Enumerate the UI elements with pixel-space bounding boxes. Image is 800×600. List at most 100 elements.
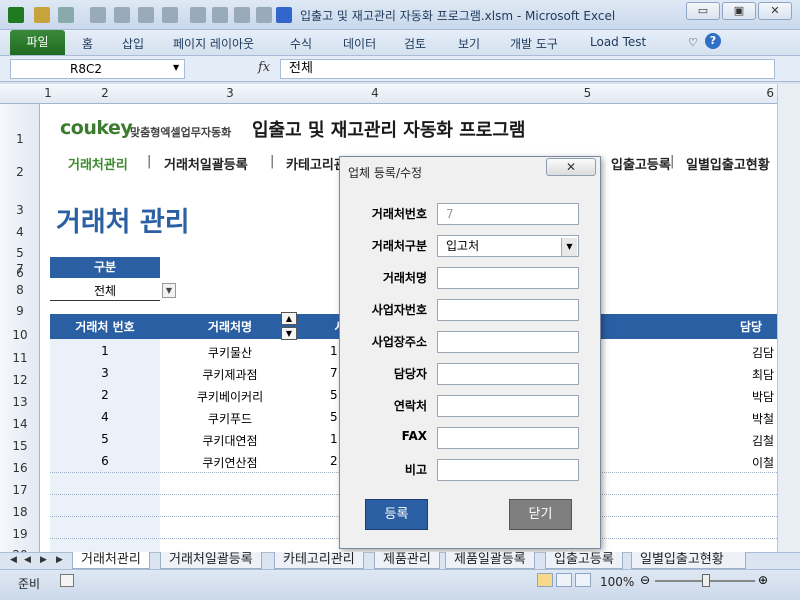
zoom-in-icon[interactable]: ⊕ xyxy=(758,573,768,587)
minimize-button[interactable]: ▭ xyxy=(686,2,720,20)
sheet-tab[interactable]: 거래처일괄등록 xyxy=(160,552,262,569)
table-cell-name[interactable]: 쿠키베이커리 xyxy=(160,388,300,405)
nav-inout-register[interactable]: 입출고등록 xyxy=(611,154,671,173)
table-cell-c6[interactable]: 김철 xyxy=(752,432,777,449)
dialog-field-input[interactable] xyxy=(437,299,579,321)
table-cell-name[interactable]: 쿠키푸드 xyxy=(160,410,300,427)
sort-up-icon[interactable]: ▲ xyxy=(281,312,297,325)
filter-dropdown-icon[interactable]: ▼ xyxy=(162,283,176,298)
nav-customer-bulk-register[interactable]: 거래처일괄등록 xyxy=(164,154,248,173)
zoom-out-icon[interactable]: ⊖ xyxy=(640,573,650,587)
sheet-tab[interactable]: 제품일괄등록 xyxy=(445,552,535,569)
customer-type-select[interactable]: 입고처 xyxy=(437,235,579,257)
sheet-tab[interactable]: 입출고등록 xyxy=(545,552,623,569)
sheet-tab[interactable]: 제품관리 xyxy=(374,552,440,569)
toolbar-icon[interactable] xyxy=(90,7,106,23)
dialog-close-icon[interactable]: ✕ xyxy=(546,158,596,176)
row-header[interactable]: 10 xyxy=(0,328,40,342)
table-cell-name[interactable]: 쿠키연산점 xyxy=(160,454,300,471)
table-cell-name[interactable]: 쿠키대연점 xyxy=(160,432,300,449)
table-cell-no[interactable]: 1 xyxy=(50,344,160,358)
tab-load-test[interactable]: Load Test xyxy=(590,35,646,49)
heart-icon[interactable]: ♡ xyxy=(688,36,698,49)
row-header[interactable]: 5 xyxy=(0,246,40,260)
row-header[interactable]: 13 xyxy=(0,395,40,409)
row-header[interactable]: 2 xyxy=(0,165,40,179)
normal-view-icon[interactable] xyxy=(537,573,553,587)
fx-icon[interactable]: fx xyxy=(258,60,270,75)
maximize-button[interactable]: ▣ xyxy=(722,2,756,20)
toolbar-icon[interactable] xyxy=(114,7,130,23)
page-layout-view-icon[interactable] xyxy=(556,573,572,587)
row-header[interactable]: 12 xyxy=(0,373,40,387)
row-header[interactable]: 14 xyxy=(0,417,40,431)
dialog-field-input[interactable] xyxy=(437,395,579,417)
tab-developer[interactable]: 개발 도구 xyxy=(510,35,558,52)
floppy-icon[interactable] xyxy=(276,7,292,23)
column-header[interactable]: 6 xyxy=(725,86,777,100)
row-header[interactable]: 1 xyxy=(0,132,40,146)
excel-icon[interactable] xyxy=(8,7,24,23)
tab-view[interactable]: 보기 xyxy=(458,35,480,52)
sheet-tab[interactable]: 카테고리관리 xyxy=(274,552,364,569)
tab-insert[interactable]: 삽입 xyxy=(122,35,144,52)
prev-sheet-icon[interactable]: ◀ xyxy=(24,555,31,565)
tab-data[interactable]: 데이터 xyxy=(343,35,376,52)
table-cell-no[interactable]: 6 xyxy=(50,454,160,468)
table-cell-no[interactable]: 3 xyxy=(50,366,160,380)
table-cell-c6[interactable]: 김담 xyxy=(752,344,777,361)
row-header[interactable]: 11 xyxy=(0,351,40,365)
table-cell-c6[interactable]: 최담 xyxy=(752,366,777,383)
zoom-slider-knob[interactable] xyxy=(702,574,710,587)
table-cell-name[interactable]: 쿠키물산 xyxy=(160,344,300,361)
vertical-scrollbar[interactable] xyxy=(777,84,800,552)
page-break-view-icon[interactable] xyxy=(575,573,591,587)
nav-daily-status[interactable]: 일별입출고현황 xyxy=(686,154,770,173)
sheet-tab[interactable]: 거래처관리 xyxy=(72,552,150,569)
chevron-down-icon[interactable]: ▼ xyxy=(173,63,179,72)
dialog-field-input[interactable] xyxy=(437,331,579,353)
tab-page-layout[interactable]: 페이지 레이아웃 xyxy=(173,35,254,52)
row-header[interactable]: 7 xyxy=(0,262,40,276)
chevron-down-icon[interactable]: ▼ xyxy=(561,238,577,256)
table-cell-no[interactable]: 4 xyxy=(50,410,160,424)
toolbar-icon[interactable] xyxy=(138,7,154,23)
filter-value[interactable]: 전체 xyxy=(50,281,160,301)
table-cell-c6[interactable]: 박담 xyxy=(752,388,777,405)
row-header[interactable]: 18 xyxy=(0,505,40,519)
dialog-field-input[interactable] xyxy=(437,267,579,289)
toolbar-icon[interactable] xyxy=(190,7,206,23)
row-header[interactable]: 8 xyxy=(0,283,40,297)
first-sheet-icon[interactable]: ◀ xyxy=(10,555,17,565)
help-icon[interactable]: ? xyxy=(705,33,721,49)
dialog-field-input[interactable] xyxy=(437,363,579,385)
row-header[interactable]: 19 xyxy=(0,527,40,541)
nav-customer-management[interactable]: 거래처관리 xyxy=(68,154,128,173)
dialog-field-input[interactable] xyxy=(437,459,579,481)
sort-down-icon[interactable]: ▼ xyxy=(281,327,297,340)
dialog-field-input[interactable] xyxy=(437,427,579,449)
next-sheet-icon[interactable]: ▶ xyxy=(40,555,47,565)
tab-review[interactable]: 검토 xyxy=(404,35,426,52)
save-icon[interactable] xyxy=(34,7,50,23)
column-header[interactable]: 4 xyxy=(300,86,450,100)
table-cell-c6[interactable]: 박철 xyxy=(752,410,777,427)
tab-home[interactable]: 홈 xyxy=(82,35,93,52)
row-header[interactable]: 16 xyxy=(0,461,40,475)
table-cell-name[interactable]: 쿠키제과점 xyxy=(160,366,300,383)
macro-record-icon[interactable] xyxy=(60,574,74,587)
toolbar-icon[interactable] xyxy=(212,7,228,23)
row-header[interactable]: 15 xyxy=(0,439,40,453)
zoom-level[interactable]: 100% xyxy=(600,575,634,589)
row-header[interactable]: 3 xyxy=(0,203,40,217)
formula-input[interactable]: 전체 xyxy=(280,59,775,79)
last-sheet-icon[interactable]: ▶ xyxy=(56,555,63,565)
toolbar-icon[interactable] xyxy=(256,7,272,23)
row-header[interactable]: 4 xyxy=(0,225,40,239)
toolbar-icon[interactable] xyxy=(234,7,250,23)
dialog-field-input[interactable]: 7 xyxy=(437,203,579,225)
column-header[interactable]: 5 xyxy=(450,86,725,100)
column-header[interactable]: 2 xyxy=(50,86,160,100)
toolbar-icon[interactable] xyxy=(162,7,178,23)
undo-icon[interactable] xyxy=(58,7,74,23)
